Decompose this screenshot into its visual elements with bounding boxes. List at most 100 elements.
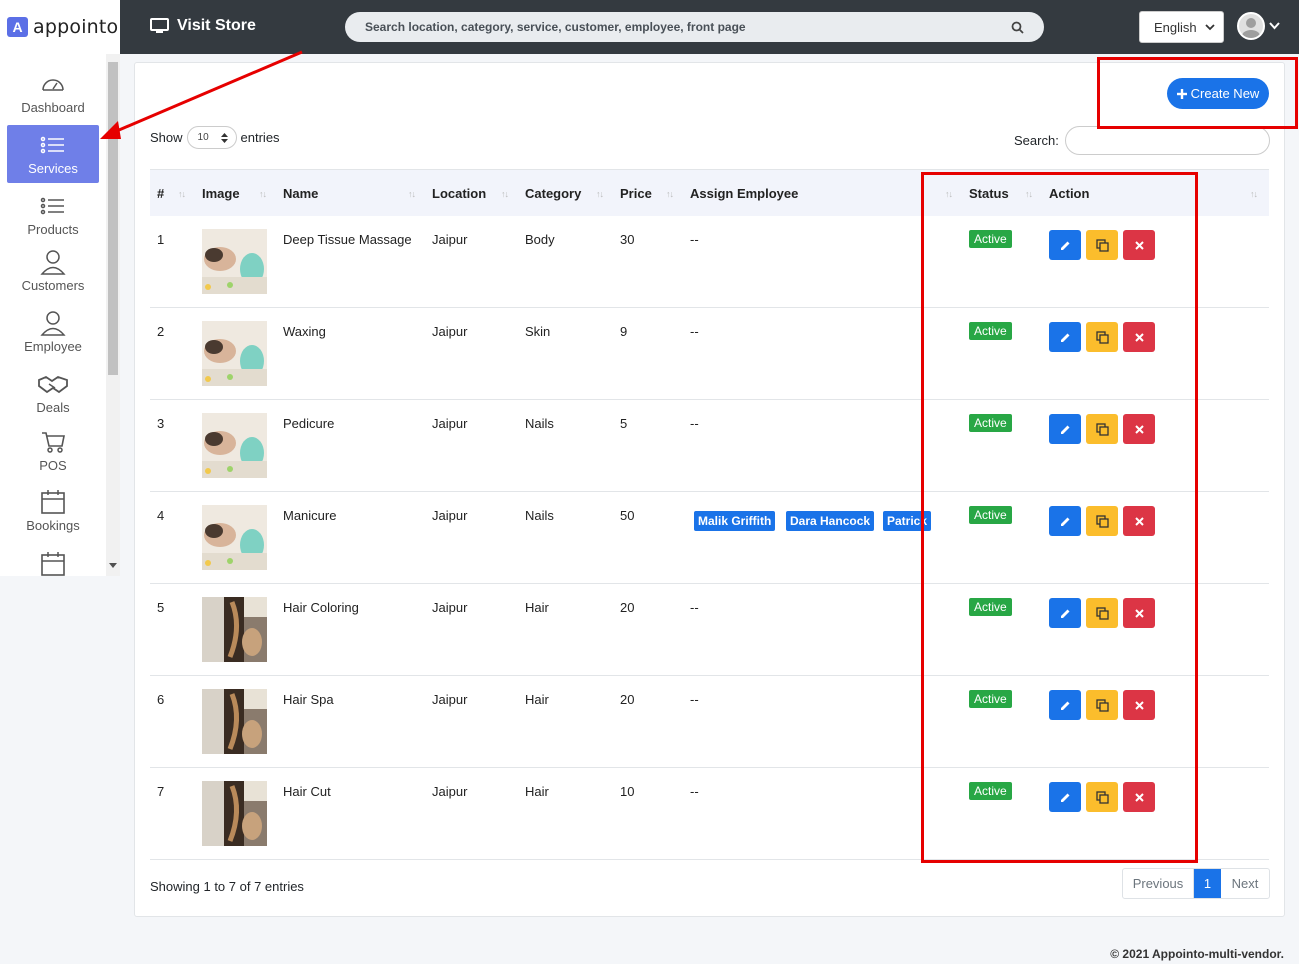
cell-num: 4 [157, 508, 165, 523]
service-image [202, 229, 267, 294]
cell-location: Jaipur [432, 232, 468, 247]
sidebar-scrollbar[interactable] [106, 54, 120, 576]
column-header-price[interactable]: Price [620, 186, 652, 201]
cell-price: 20 [620, 692, 635, 707]
pagination-page[interactable]: 1 [1194, 869, 1221, 898]
cell-category: Hair [525, 784, 549, 799]
brand-logo[interactable]: A appointo [0, 0, 120, 54]
user-icon [40, 250, 66, 275]
visit-store-link[interactable]: Visit Store [150, 17, 256, 35]
cell-price: 9 [620, 324, 628, 339]
pagination-next[interactable]: Next [1221, 869, 1269, 898]
table-search-input[interactable] [1064, 126, 1270, 155]
column-header-num[interactable]: # [157, 186, 164, 201]
sidebar-item-bookings[interactable]: Bookings [7, 490, 99, 533]
list-icon [40, 197, 64, 215]
sidebar-item-label: Deals [36, 400, 70, 415]
cell-category: Hair [525, 600, 549, 615]
cell-num: 5 [157, 600, 165, 615]
highlight-box [1097, 57, 1298, 129]
table-info: Showing 1 to 7 of 7 entries [150, 879, 304, 894]
sort-arrows-icon [220, 132, 228, 143]
sidebar-item-services[interactable]: Services [7, 125, 99, 183]
cell-num: 7 [157, 784, 165, 799]
service-image [202, 413, 267, 478]
scrollbar-thumb[interactable] [108, 62, 118, 375]
cell-price: 20 [620, 600, 635, 615]
chevron-down-icon [1269, 22, 1280, 30]
sidebar-item-deals[interactable]: Deals [7, 372, 99, 415]
cell-name: Deep Tissue Massage [283, 232, 412, 247]
cell-num: 2 [157, 324, 165, 339]
handshake-icon [38, 375, 68, 394]
employee-tag: Dara Hancock [786, 511, 875, 531]
entries-select[interactable]: 10 [186, 126, 237, 149]
sidebar-item-customers[interactable]: Customers [7, 250, 99, 293]
cell-num: 1 [157, 232, 165, 247]
sidebar-item-label: Employee [24, 339, 82, 354]
cell-price: 30 [620, 232, 635, 247]
sidebar-item-dashboard[interactable]: Dashboard [7, 72, 99, 115]
cell-location: Jaipur [432, 508, 468, 523]
cell-location: Jaipur [432, 784, 468, 799]
sidebar-item-products[interactable]: Products [7, 194, 99, 237]
visit-store-label: Visit Store [177, 17, 256, 34]
cell-location: Jaipur [432, 692, 468, 707]
language-select[interactable]: English [1139, 11, 1224, 43]
sort-icon[interactable]: ↑↓ [259, 189, 267, 199]
service-image [202, 321, 267, 386]
cell-price: 5 [620, 416, 628, 431]
sidebar-item-more[interactable] [7, 552, 99, 576]
sidebar-item-label: Products [27, 222, 79, 237]
global-search-input[interactable]: Search location, category, service, cust… [345, 12, 1044, 42]
cell-price: 10 [620, 784, 635, 799]
cell-name: Manicure [283, 508, 337, 523]
sort-icon[interactable]: ↑↓ [1250, 189, 1258, 199]
language-value: English [1154, 19, 1197, 35]
highlight-box [921, 172, 1198, 863]
service-image [202, 781, 267, 846]
cell-location: Jaipur [432, 416, 468, 431]
show-entries-control: Show 10 entries [150, 126, 280, 149]
entries-label: entries [240, 130, 280, 145]
sidebar-item-label: Bookings [26, 518, 80, 533]
column-header-assign-employee[interactable]: Assign Employee [690, 186, 798, 201]
service-image [202, 689, 267, 754]
calendar-icon [41, 552, 65, 576]
column-header-category[interactable]: Category [525, 186, 581, 201]
cell-employees: -- [690, 416, 699, 431]
column-header-name[interactable]: Name [283, 186, 318, 201]
sidebar-item-label: POS [39, 458, 67, 473]
cell-name: Hair Spa [283, 692, 334, 707]
column-header-location[interactable]: Location [432, 186, 486, 201]
table-search: Search: [1014, 126, 1270, 155]
employee-tag: Malik Griffith [694, 511, 776, 531]
sidebar-item-employee[interactable]: Employee [7, 311, 99, 354]
search-icon[interactable] [1011, 21, 1024, 34]
sort-icon[interactable]: ↑↓ [596, 189, 604, 199]
cell-category: Skin [525, 324, 551, 339]
pagination: Previous 1 Next [1122, 868, 1270, 899]
sort-icon[interactable]: ↑↓ [666, 189, 674, 199]
search-label: Search: [1014, 133, 1059, 148]
chevron-down-icon [1205, 23, 1215, 30]
cell-price: 50 [620, 508, 635, 523]
column-header-image[interactable]: Image [202, 186, 240, 201]
search-placeholder: Search location, category, service, cust… [365, 20, 746, 34]
avatar[interactable] [1237, 12, 1265, 40]
monitor-icon [150, 18, 169, 33]
sort-icon[interactable]: ↑↓ [501, 189, 509, 199]
cell-employees: -- [690, 692, 699, 707]
scroll-down-arrow-icon[interactable] [109, 563, 117, 568]
user-menu[interactable] [1237, 12, 1280, 40]
sort-icon[interactable]: ↑↓ [408, 189, 416, 199]
pagination-previous[interactable]: Previous [1123, 869, 1194, 898]
cell-name: Pedicure [283, 416, 335, 431]
sidebar-item-pos[interactable]: POS [7, 430, 99, 473]
cell-num: 6 [157, 692, 165, 707]
sidebar-item-label: Services [28, 160, 78, 176]
cell-category: Body [525, 232, 555, 247]
calendar-icon [41, 490, 65, 514]
copyright: © 2021 Appointo-multi-vendor. [1110, 947, 1284, 961]
sort-icon[interactable]: ↑↓ [178, 189, 186, 199]
